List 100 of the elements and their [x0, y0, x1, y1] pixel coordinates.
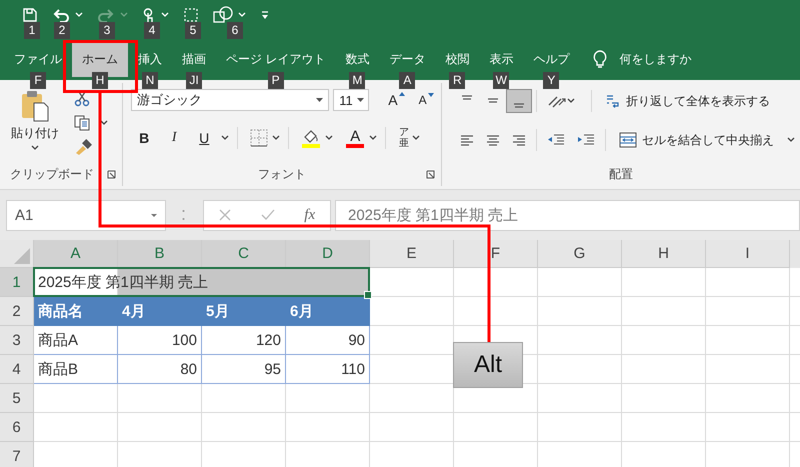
- tell-me-button[interactable]: 何をしますか: [593, 42, 692, 77]
- down-triangle-icon[interactable]: [428, 93, 434, 97]
- caret-icon[interactable]: [325, 135, 334, 141]
- keytip: 4: [144, 22, 160, 39]
- keytip: 2: [54, 22, 70, 39]
- fill-handle[interactable]: [364, 291, 372, 299]
- header-cell: 4月: [118, 297, 202, 326]
- header-cell: 商品名: [34, 297, 118, 326]
- insert-function-button[interactable]: fx: [304, 206, 316, 224]
- keytip: F: [30, 72, 46, 89]
- font-size-dropdown[interactable]: 11: [333, 89, 370, 111]
- row-header[interactable]: 6: [0, 413, 34, 442]
- row-header[interactable]: 1: [0, 268, 34, 297]
- dialog-launcher-icon[interactable]: [107, 170, 116, 178]
- keytip: H: [92, 72, 108, 89]
- paste-button[interactable]: 貼り付け: [10, 89, 60, 152]
- column-header[interactable]: G: [538, 240, 622, 268]
- dashed-square-icon[interactable]: [183, 7, 199, 23]
- column-header[interactable]: A: [34, 240, 118, 268]
- column-header[interactable]: I: [706, 240, 790, 268]
- paste-icon[interactable]: [20, 90, 50, 122]
- up-triangle-icon[interactable]: [398, 92, 405, 96]
- font-color-button[interactable]: A: [345, 128, 366, 148]
- header-cell: 6月: [286, 297, 370, 326]
- wrap-text-button[interactable]: 折り返して全体を表示する: [604, 92, 772, 110]
- column-header[interactable]: F: [454, 240, 538, 268]
- cell-text: 2025年度 第1四半期 売上: [37, 272, 208, 292]
- merge-icon[interactable]: [619, 132, 638, 148]
- lightbulb-icon[interactable]: [593, 50, 608, 70]
- row-header[interactable]: 5: [0, 384, 34, 413]
- fill-color-icon[interactable]: [301, 128, 322, 148]
- table-cell: 120: [202, 326, 286, 355]
- color-bar-icon: [346, 144, 364, 148]
- shapes-icon[interactable]: [213, 6, 233, 24]
- keytip: 6: [227, 22, 243, 39]
- italic-button[interactable]: I: [161, 126, 188, 150]
- wrap-text-icon[interactable]: [605, 93, 622, 109]
- column-header[interactable]: B: [118, 240, 202, 268]
- underline-button[interactable]: U: [191, 126, 218, 150]
- formula-input[interactable]: 2025年度 第1四半期 売上: [335, 200, 800, 230]
- keytip: P: [268, 72, 284, 89]
- keytip: A: [399, 72, 416, 89]
- header-cell: 5月: [202, 297, 286, 326]
- column-header[interactable]: D: [286, 240, 370, 268]
- column-header[interactable]: C: [202, 240, 286, 268]
- group-label: フォント: [258, 166, 306, 182]
- phonetic-button[interactable]: ア亜: [398, 126, 408, 150]
- keytip: JI: [186, 72, 202, 89]
- group-label: 配置: [609, 166, 634, 182]
- keytip: Y: [543, 72, 560, 89]
- brush-icon[interactable]: [74, 139, 92, 155]
- row-header[interactable]: 7: [0, 442, 34, 467]
- keytip: M: [349, 72, 366, 89]
- save-icon[interactable]: [22, 7, 38, 23]
- ribbon-tab[interactable]: ホーム: [72, 42, 128, 77]
- group-label: クリップボード: [10, 166, 94, 182]
- customize-icon[interactable]: [260, 9, 270, 21]
- caret-icon[interactable]: [412, 135, 420, 141]
- table-cell: 95: [202, 355, 286, 384]
- table-cell: 商品A: [34, 326, 118, 355]
- dialog-launcher-icon[interactable]: [426, 170, 436, 178]
- name-box[interactable]: A1: [6, 200, 166, 230]
- alt-key: Alt: [453, 342, 523, 388]
- caret-icon[interactable]: [272, 135, 280, 141]
- bold-button[interactable]: B: [131, 126, 158, 150]
- table-cell: 110: [286, 355, 370, 384]
- caret-icon[interactable]: [221, 135, 230, 141]
- dropdown-arrow-icon[interactable]: [316, 98, 324, 102]
- table-cell: 90: [286, 326, 370, 355]
- table-cell: 商品B: [34, 355, 118, 384]
- copy-icon[interactable]: [74, 115, 90, 131]
- row-header[interactable]: 3: [0, 326, 34, 355]
- caret-icon[interactable]: [31, 145, 39, 151]
- borders-icon[interactable]: [250, 129, 268, 147]
- grip-icon: [182, 209, 185, 221]
- dropdown-arrow-icon[interactable]: [356, 98, 364, 102]
- align-button[interactable]: [506, 89, 532, 113]
- column-header[interactable]: E: [370, 240, 454, 268]
- font-name-dropdown[interactable]: 游ゴシック: [131, 89, 330, 111]
- row-header[interactable]: 2: [0, 297, 34, 326]
- keytip: 3: [99, 22, 115, 39]
- caret-icon[interactable]: [567, 98, 576, 104]
- row-header[interactable]: 4: [0, 355, 34, 384]
- undo-icon[interactable]: [52, 7, 70, 23]
- table-cell: 80: [118, 355, 202, 384]
- cut-icon[interactable]: [74, 91, 90, 107]
- caret-icon[interactable]: [100, 120, 108, 126]
- caret-icon[interactable]: [369, 135, 378, 141]
- keytip: N: [142, 72, 158, 89]
- shrink-font-button[interactable]: A: [418, 92, 435, 108]
- caret-icon[interactable]: [787, 137, 796, 143]
- dropdown-arrow-icon[interactable]: [151, 214, 157, 216]
- keytip: 5: [185, 22, 201, 39]
- keytip: 1: [24, 22, 40, 39]
- table-cell: 100: [118, 326, 202, 355]
- keytip: W: [493, 72, 510, 89]
- merge-center-button[interactable]: セルを結合して中央揃え: [618, 130, 776, 150]
- column-header[interactable]: H: [622, 240, 706, 268]
- grow-font-button[interactable]: A: [387, 91, 406, 109]
- keytip: R: [449, 72, 466, 89]
